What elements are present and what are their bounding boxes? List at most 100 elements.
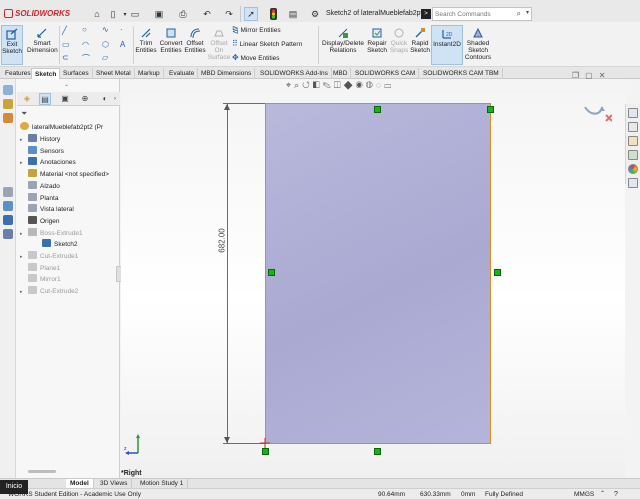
fillet-tool-icon[interactable]: ⌒ xyxy=(82,53,90,64)
spline-tool-icon[interactable]: ∿ xyxy=(102,25,109,34)
pin-icon[interactable]: ⌃ xyxy=(64,84,69,91)
line-tool-icon[interactable]: ╱ xyxy=(62,26,67,35)
exit-sketch-button[interactable]: Exit Sketch xyxy=(1,25,23,65)
horizontal-scrollbar[interactable] xyxy=(28,470,56,473)
relation-handle-left[interactable] xyxy=(268,269,275,276)
unit-dropdown-icon[interactable]: ⌃ xyxy=(600,489,605,499)
apply-scene-icon[interactable]: ◌ xyxy=(376,80,384,90)
undo-icon[interactable]: ↶ xyxy=(200,7,214,21)
arc-tool-icon[interactable]: ◠ xyxy=(82,40,89,49)
expand-arrow-icon[interactable]: ▸ xyxy=(20,252,28,263)
home-icon[interactable]: ⌂ xyxy=(90,7,104,21)
view-settings-icon[interactable]: ▭ xyxy=(384,80,394,90)
start-button[interactable]: Inicio xyxy=(0,480,28,494)
display-delete-relations-button[interactable]: Display/Delete Relations xyxy=(321,27,365,54)
options-gear-icon[interactable]: ⚙ xyxy=(308,7,322,21)
circle-tool-icon[interactable]: ○ xyxy=(82,25,87,34)
tab-sheet-metal[interactable]: Sheet Metal xyxy=(93,68,135,79)
expand-arrow-icon[interactable]: ▸ xyxy=(20,135,28,146)
convert-entities-button[interactable]: Convert Entities xyxy=(158,27,184,54)
tab-surfaces[interactable]: Surfaces xyxy=(60,68,93,79)
smart-dimension-button[interactable]: Smart Dimension xyxy=(27,27,58,54)
view-palette-task-icon[interactable] xyxy=(628,150,638,160)
tree-item[interactable]: Plane1 xyxy=(20,262,60,274)
unit-system[interactable]: MMGS xyxy=(574,489,594,499)
file-explorer-icon[interactable] xyxy=(3,113,13,123)
solidworks-forum-icon[interactable] xyxy=(3,229,13,239)
tab-solidworks-add-ins[interactable]: SOLIDWORKS Add-Ins xyxy=(257,68,332,79)
tab-solidworks-cam[interactable]: SOLIDWORKS CAM xyxy=(352,68,420,79)
relation-handle-top-right[interactable] xyxy=(487,106,494,113)
plane-tool-icon[interactable]: ▱ xyxy=(102,53,108,62)
tab-mbd-dimensions[interactable]: MBD Dimensions xyxy=(198,68,256,79)
tree-item[interactable]: Material <not specified> xyxy=(20,169,109,180)
dimension-value[interactable]: 682.00 xyxy=(218,228,227,254)
tree-item[interactable]: ▸ Boss-Extrude1 xyxy=(20,227,83,239)
print-icon[interactable]: ⎙ xyxy=(176,7,190,21)
appearances-task-icon[interactable] xyxy=(628,164,638,174)
design-library-task-icon[interactable] xyxy=(628,122,638,132)
filter-icon[interactable]: ⏷ xyxy=(21,109,27,119)
search-box[interactable]: ⌕ ▾ xyxy=(432,7,532,21)
rapid-sketch-button[interactable]: Rapid Sketch xyxy=(410,27,430,54)
tree-item[interactable]: Origen xyxy=(20,215,60,227)
search-icon[interactable]: ⌕ xyxy=(517,9,521,19)
edit-appearance-icon[interactable]: ◍ xyxy=(366,80,376,90)
tree-item[interactable]: ▸ History xyxy=(20,134,60,145)
solidworks-logo[interactable]: SOLIDWORKS xyxy=(4,9,70,18)
move-entities-button[interactable]: ✥ Move Entities xyxy=(232,54,280,63)
tree-item[interactable]: Sketch2 xyxy=(34,239,78,250)
reference-triad-icon[interactable]: z xyxy=(124,433,146,455)
zoom-to-fit-icon[interactable]: ⌖ xyxy=(286,80,294,90)
polygon-tool-icon[interactable]: ⬡ xyxy=(102,40,109,49)
tab-evaluate[interactable]: Evaluate xyxy=(166,68,199,79)
tab-solidworks-cam-tbm[interactable]: SOLIDWORKS CAM TBM xyxy=(420,68,503,79)
view-palette-icon[interactable] xyxy=(3,187,13,197)
view-orientation-icon[interactable]: ◫ xyxy=(334,80,344,90)
mirror-entities-button[interactable]: ⧎ Mirror Entities xyxy=(232,26,281,35)
custom-properties-task-icon[interactable] xyxy=(628,178,638,188)
rectangle-tool-icon[interactable]: ▭ xyxy=(62,40,70,49)
tree-item[interactable]: Vista lateral xyxy=(20,204,74,215)
relation-handle-top[interactable] xyxy=(374,106,381,113)
hide-show-items-icon[interactable]: ◉ xyxy=(356,80,366,90)
tree-root[interactable]: lateralMueblefab2pt2 (Pr xyxy=(20,122,103,133)
relation-handle-bottom[interactable] xyxy=(374,448,381,455)
offset-entities-button[interactable]: Offset Entities xyxy=(184,27,206,54)
appearances-icon[interactable] xyxy=(3,201,13,211)
restore-window-icon[interactable]: ❐ xyxy=(572,71,585,80)
rebuild-traffic-light-icon[interactable] xyxy=(266,7,280,21)
file-properties-icon[interactable]: ▤ xyxy=(286,7,300,21)
tree-item[interactable]: Alzado xyxy=(20,180,60,192)
previous-view-icon[interactable]: ↺ xyxy=(302,80,313,90)
close-window-icon[interactable]: ✕ xyxy=(599,71,612,80)
tree-item[interactable]: ▸ Anotaciones xyxy=(20,157,76,168)
design-library-icon[interactable] xyxy=(3,99,13,109)
home-task-icon[interactable] xyxy=(628,108,638,118)
relation-handle-bottom-left[interactable] xyxy=(262,448,269,455)
expand-arrow-icon[interactable]: ▸ xyxy=(20,158,28,169)
feature-manager-tab-icon[interactable]: ▤ xyxy=(39,93,51,105)
configuration-manager-tab-icon[interactable]: ⊕ xyxy=(79,93,91,105)
tab-mbd[interactable]: MBD xyxy=(330,68,352,79)
point-tool-icon[interactable]: · xyxy=(120,25,123,34)
tree-item[interactable]: Planta xyxy=(20,192,58,204)
open-icon[interactable]: ▭ xyxy=(128,7,142,21)
trim-entities-button[interactable]: Trim Entities xyxy=(135,27,157,54)
linear-sketch-pattern-button[interactable]: ⠿ Linear Sketch Pattern xyxy=(232,40,302,49)
redo-icon[interactable]: ↷ xyxy=(222,7,236,21)
shaded-sketch-contours-button[interactable]: Shaded Sketch Contours xyxy=(464,27,492,61)
quick-snaps-button[interactable]: Quick Snaps xyxy=(389,27,409,54)
zoom-area-icon[interactable]: ⌕ xyxy=(294,80,302,90)
confirmation-corner[interactable] xyxy=(582,99,612,125)
display-style-icon[interactable]: ◆ xyxy=(344,80,356,90)
tree-item[interactable]: ▸ Cut-Extrude1 xyxy=(20,251,78,262)
tree-item[interactable]: Mirror1 xyxy=(20,274,61,285)
tree-item[interactable]: ▸ Cut-Extrude2 xyxy=(20,286,78,297)
save-icon[interactable]: ▣ xyxy=(152,7,166,21)
offset-on-surface-button[interactable]: Offset On Surface xyxy=(207,27,231,61)
more-tabs-icon[interactable]: › xyxy=(109,93,121,105)
custom-properties-icon[interactable] xyxy=(3,215,13,225)
help-icon[interactable]: ? xyxy=(614,489,618,499)
slot-tool-icon[interactable]: ⊂ xyxy=(62,53,69,62)
